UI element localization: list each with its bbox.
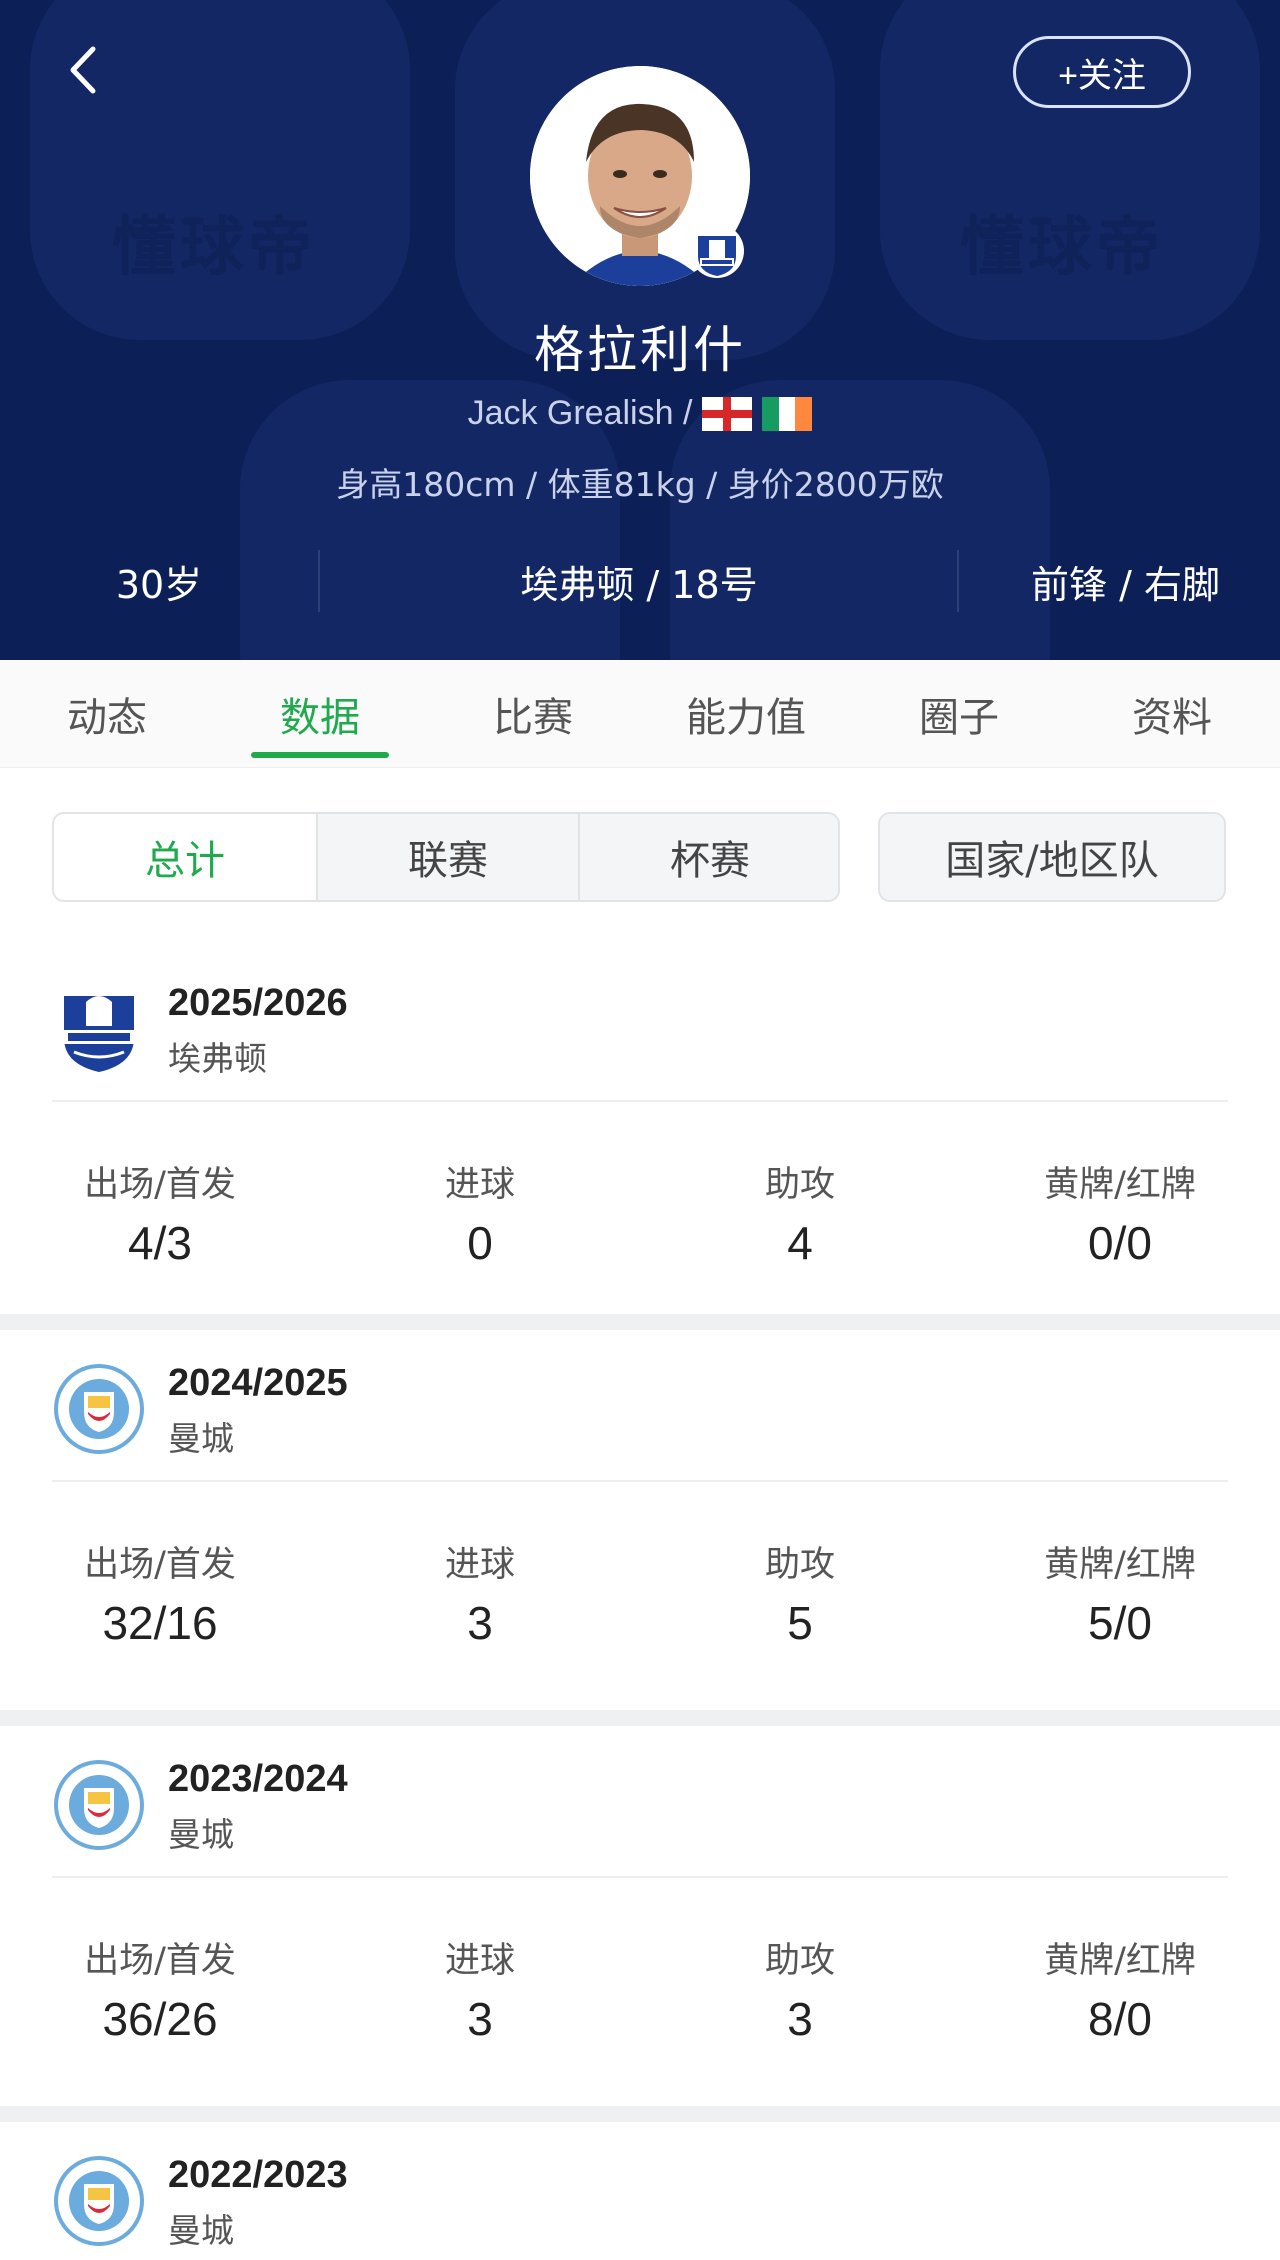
divider [957, 550, 959, 612]
tab-ability[interactable]: 能力值 [666, 660, 826, 768]
season-club: 曼城 [168, 1815, 234, 1854]
watermark-right: 懂球帝 [960, 211, 1164, 285]
stat-label: 黄牌/红牌 [1044, 1165, 1196, 1205]
season-club: 埃弗顿 [168, 1039, 267, 1078]
season-year: 2023/2024 [168, 1758, 348, 1800]
profile-tabs: 动态 数据 比赛 能力值 圈子 资料 [0, 660, 1280, 768]
season-card[interactable]: 2025/2026 埃弗顿 出场/首发 4/3 进球 0 助攻 4 黄牌/红牌 … [0, 950, 1280, 1330]
stat-label: 助攻 [764, 1941, 835, 1981]
tab-dynamics[interactable]: 动态 [27, 660, 187, 768]
stat-apps: 出场/首发 32/16 [0, 1536, 320, 1650]
stat-value: 0/0 [1088, 1217, 1152, 1269]
divider [52, 1876, 1228, 1878]
divider [52, 1100, 1228, 1102]
divider [318, 550, 320, 612]
stat-value: 36/26 [102, 1993, 218, 2045]
stat-label: 出场/首发 [84, 1941, 236, 1981]
stat-label: 黄牌/红牌 [1044, 1941, 1196, 1981]
stat-label: 出场/首发 [84, 1165, 236, 1205]
season-year: 2025/2026 [168, 982, 348, 1024]
follow-button[interactable]: +关注 [1013, 36, 1191, 108]
man-city-badge-icon [52, 1758, 146, 1852]
player-summary-bar: 30岁 埃弗顿 / 18号 前锋 / 右脚 [0, 548, 1280, 614]
stat-value: 3 [467, 1597, 493, 1649]
stat-value: 32/16 [102, 1597, 218, 1649]
everton-badge-icon [688, 222, 746, 280]
player-age: 30岁 [115, 562, 203, 607]
ireland-flag-icon [762, 396, 813, 431]
stat-label: 助攻 [764, 1165, 835, 1205]
stat-value: 3 [467, 1993, 493, 2045]
stat-apps: 出场/首发 4/3 [0, 1156, 320, 1270]
stat-value: 8/0 [1088, 1993, 1152, 2045]
back-chevron-icon[interactable] [52, 40, 112, 100]
stat-cards: 黄牌/红牌 0/0 [960, 1156, 1280, 1270]
stat-assists: 助攻 5 [640, 1536, 960, 1650]
season-card[interactable]: 2023/2024 曼城 出场/首发 36/26 进球 3 助攻 3 黄牌/红牌… [0, 1726, 1280, 2106]
season-card[interactable]: 2024/2025 曼城 出场/首发 32/16 进球 3 助攻 5 黄牌/红牌… [0, 1330, 1280, 1710]
stat-value: 4 [787, 1217, 813, 1269]
divider [52, 1480, 1228, 1482]
active-tab-indicator [251, 752, 389, 758]
stat-label: 进球 [444, 1165, 515, 1205]
stat-apps: 出场/首发 36/26 [0, 1932, 320, 2046]
stat-label: 助攻 [764, 1545, 835, 1585]
stat-value: 3 [787, 1993, 813, 2045]
player-header: 懂球帝 懂球帝 +关注 格拉利什 Jack Grealish / 身高180cm… [0, 0, 1280, 660]
section-gap [0, 1314, 1280, 1330]
tab-profile[interactable]: 资料 [1092, 660, 1252, 768]
stat-cards: 黄牌/红牌 5/0 [960, 1536, 1280, 1650]
stat-goals: 进球 0 [320, 1156, 640, 1270]
stat-value: 5/0 [1088, 1597, 1152, 1649]
section-gap [0, 2106, 1280, 2122]
competition-filter: 总计 联赛 杯赛 [52, 812, 840, 902]
stat-goals: 进球 3 [320, 1932, 640, 2046]
man-city-badge-icon [52, 2154, 146, 2248]
stat-label: 出场/首发 [84, 1545, 236, 1585]
stat-label: 黄牌/红牌 [1044, 1545, 1196, 1585]
tab-matches[interactable]: 比赛 [453, 660, 613, 768]
season-club: 曼城 [168, 2211, 234, 2250]
stat-assists: 助攻 4 [640, 1156, 960, 1270]
stat-value: 4/3 [128, 1217, 192, 1269]
stat-value: 0 [467, 1217, 493, 1269]
stat-label: 进球 [444, 1545, 515, 1585]
season-card[interactable]: 2022/2023 曼城 [0, 2122, 1280, 2260]
stat-cards: 黄牌/红牌 8/0 [960, 1932, 1280, 2046]
stat-value: 5 [787, 1597, 813, 1649]
season-club: 曼城 [168, 1419, 234, 1458]
player-english-name: Jack Grealish / [467, 394, 693, 432]
stat-label: 进球 [444, 1941, 515, 1981]
player-english-row: Jack Grealish / [0, 394, 1280, 433]
filter-national-team[interactable]: 国家/地区队 [878, 812, 1226, 902]
section-gap [0, 1710, 1280, 1726]
player-name: 格拉利什 [534, 321, 746, 379]
stat-assists: 助攻 3 [640, 1932, 960, 2046]
filter-total[interactable]: 总计 [54, 814, 316, 900]
tab-circle[interactable]: 圈子 [879, 660, 1039, 768]
player-team-number[interactable]: 埃弗顿 / 18号 [320, 548, 958, 614]
season-year: 2022/2023 [168, 2154, 348, 2196]
player-physical-info: 身高180cm / 体重81kg / 身价2800万欧 [336, 465, 944, 504]
filter-cup[interactable]: 杯赛 [580, 814, 838, 900]
filter-league[interactable]: 联赛 [318, 814, 578, 900]
england-flag-icon [702, 396, 753, 431]
man-city-badge-icon [52, 1362, 146, 1456]
watermark-left: 懂球帝 [112, 211, 316, 285]
season-year: 2024/2025 [168, 1362, 348, 1404]
everton-badge-icon [52, 982, 146, 1076]
player-position-foot: 前锋 / 右脚 [1031, 562, 1220, 607]
stat-goals: 进球 3 [320, 1536, 640, 1650]
